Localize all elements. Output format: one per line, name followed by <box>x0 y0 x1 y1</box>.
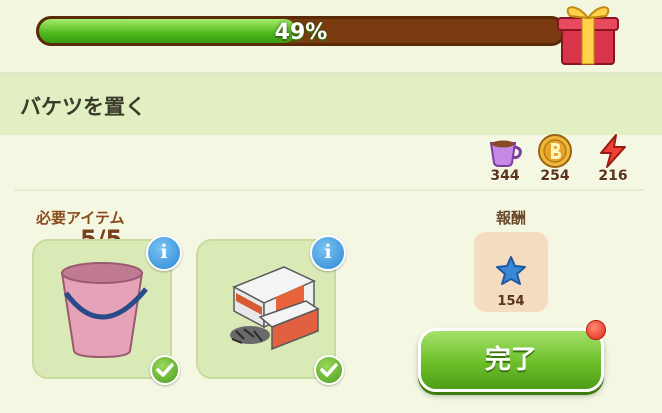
progress-label: 49% <box>274 20 328 45</box>
bucket-info-button[interactable]: i <box>146 235 182 271</box>
coin-icon <box>538 134 572 168</box>
star-icon <box>496 256 526 285</box>
bucket-icon <box>60 262 148 359</box>
cup-count: 344 <box>490 168 520 184</box>
check-icon <box>314 355 344 385</box>
coin-count: 254 <box>540 168 570 184</box>
reward-count: 154 <box>497 294 525 309</box>
required-item-bucket[interactable]: i <box>32 235 182 385</box>
resource-cup: 344 <box>482 133 528 189</box>
complete-button[interactable]: 完了 <box>418 328 604 392</box>
nails-info-button[interactable]: i <box>310 235 346 271</box>
reward-label: 報酬 <box>495 209 526 227</box>
notification-dot <box>586 320 606 340</box>
required-item-nails[interactable]: i <box>196 235 346 385</box>
progress-bar: 49% <box>36 16 566 46</box>
resource-energy: 216 <box>590 133 636 189</box>
nails-box-icon <box>230 266 320 351</box>
energy-count: 216 <box>598 168 628 184</box>
check-icon <box>150 355 180 385</box>
panel-title: バケツを置く <box>20 95 146 119</box>
panel-header: バケツを置く <box>0 75 662 135</box>
gift-icon[interactable] <box>552 0 624 66</box>
resource-coin: 254 <box>532 133 578 189</box>
divider <box>14 189 644 191</box>
cup-icon <box>489 140 522 167</box>
lightning-icon <box>600 134 626 168</box>
reward-card: 154 <box>474 232 548 312</box>
